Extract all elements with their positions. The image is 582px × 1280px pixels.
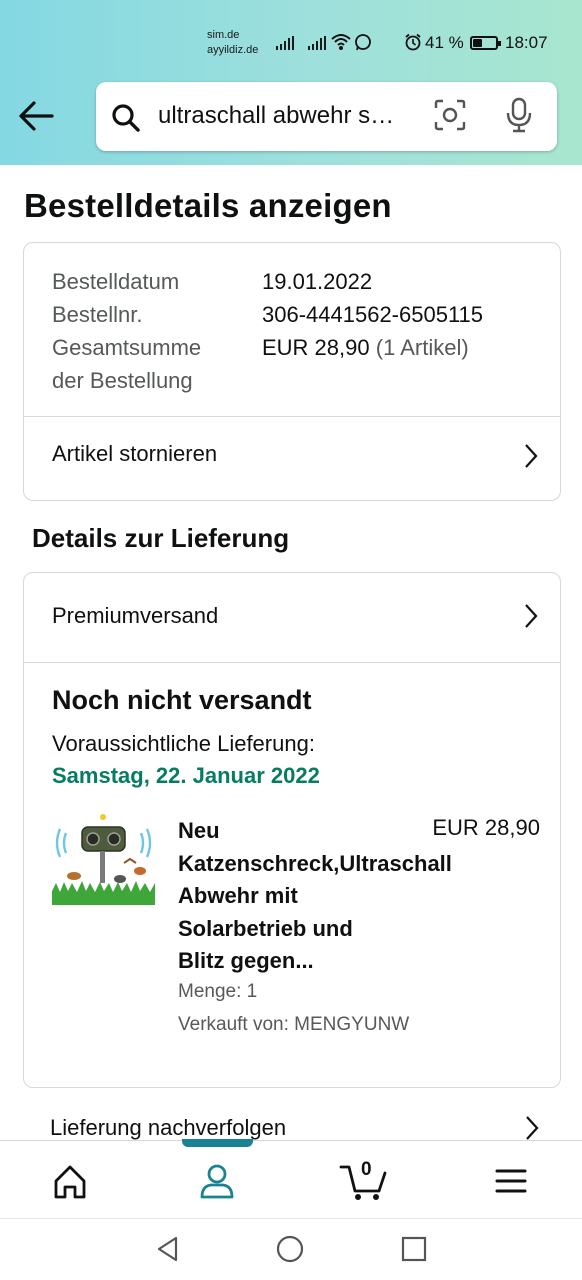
carrier-2: ayyildiz.de <box>207 44 259 56</box>
order-number-value: 306-4441562-6505115 <box>262 302 484 327</box>
chevron-right-icon <box>525 604 538 628</box>
delivery-section-title: Details zur Lieferung <box>32 523 290 553</box>
eta-date: Samstag, 22. Januar 2022 <box>52 763 320 788</box>
shipping-method-link[interactable]: Premiumversand <box>24 573 560 653</box>
order-total-label-1: Gesamtsumme <box>52 335 202 360</box>
product-title-line: Katzenschreck,Ultraschall <box>178 850 452 876</box>
cart-button[interactable]: 0 <box>335 1153 395 1203</box>
page-title: Bestelldetails anzeigen <box>24 187 392 224</box>
order-total-value: EUR 28,90 (1 Artikel) <box>262 331 469 364</box>
product-seller: Verkauft von: MENGYUNW <box>178 1014 410 1035</box>
order-date-value: 19.01.2022 <box>262 269 373 294</box>
whatsapp-icon <box>355 34 371 51</box>
recents-square-icon[interactable] <box>401 1235 427 1263</box>
product-title-line: Abwehr mit <box>178 883 298 908</box>
order-total-label-2: der Bestellung <box>52 368 193 393</box>
camera-scan-icon[interactable] <box>434 99 466 131</box>
microphone-icon[interactable] <box>506 97 532 133</box>
battery-fill <box>473 39 483 47</box>
active-tab-indicator <box>182 1139 253 1147</box>
search-icon <box>112 104 140 132</box>
account-icon[interactable] <box>187 1159 247 1203</box>
product-title-line: Solarbetrieb und <box>178 915 353 941</box>
chevron-right-icon <box>526 1116 539 1140</box>
product-title-line: Blitz gegen... <box>178 948 314 973</box>
wifi-icon <box>331 34 351 50</box>
system-nav-bar <box>0 1218 582 1280</box>
delivery-card: Premiumversand Noch nicht versandt Vorau… <box>23 572 561 1088</box>
order-date-label: Bestelldatum <box>52 269 180 294</box>
bottom-nav: 0 <box>0 1139 582 1218</box>
shipment-status: Noch nicht versandt <box>52 685 312 715</box>
search-input[interactable]: ultraschall abwehr s… <box>158 102 420 130</box>
chevron-right-icon <box>525 444 538 468</box>
signal-icon <box>276 36 294 50</box>
cancel-items-label: Artikel stornieren <box>52 441 218 466</box>
status-bar: sim.de ayyildiz.de 41 % 18:07 <box>0 0 582 80</box>
menu-icon[interactable] <box>481 1159 541 1203</box>
order-number-label: Bestellnr. <box>52 302 143 327</box>
track-delivery-link[interactable]: Lieferung nachverfolgen <box>23 1105 561 1141</box>
top-header: sim.de ayyildiz.de 41 % 18:07 ultraschal… <box>0 0 582 165</box>
signal-2-icon <box>308 36 326 50</box>
alarm-icon <box>405 33 421 51</box>
carrier-1: sim.de <box>207 29 240 41</box>
battery-percent: 41 % <box>425 33 464 52</box>
search-bar[interactable]: ultraschall abwehr s… <box>96 82 557 151</box>
eta-label: Voraussichtliche Lieferung: <box>52 731 315 756</box>
order-summary-card: Bestelldatum 19.01.2022 Bestellnr. 306-4… <box>23 242 561 501</box>
carrier-labels: sim.de ayyildiz.de <box>207 28 258 58</box>
product-price: EUR 28,90 <box>432 815 540 840</box>
battery-icon <box>470 36 501 50</box>
divider <box>24 662 560 663</box>
cart-count: 0 <box>361 1159 372 1180</box>
shipping-method-label: Premiumversand <box>52 603 219 628</box>
clock: 18:07 <box>505 33 548 52</box>
home-icon[interactable] <box>40 1159 100 1203</box>
track-delivery-label: Lieferung nachverfolgen <box>50 1115 287 1140</box>
back-triangle-icon[interactable] <box>154 1235 182 1263</box>
product-image[interactable] <box>52 813 155 905</box>
product-quantity: Menge: 1 <box>178 981 258 1002</box>
cancel-items-link[interactable]: Artikel stornieren <box>24 417 560 497</box>
order-total-items: (1 Artikel) <box>375 335 469 360</box>
back-arrow-icon[interactable] <box>16 98 56 134</box>
order-total-amount: EUR 28,90 <box>262 335 370 360</box>
home-circle-icon[interactable] <box>276 1235 304 1263</box>
